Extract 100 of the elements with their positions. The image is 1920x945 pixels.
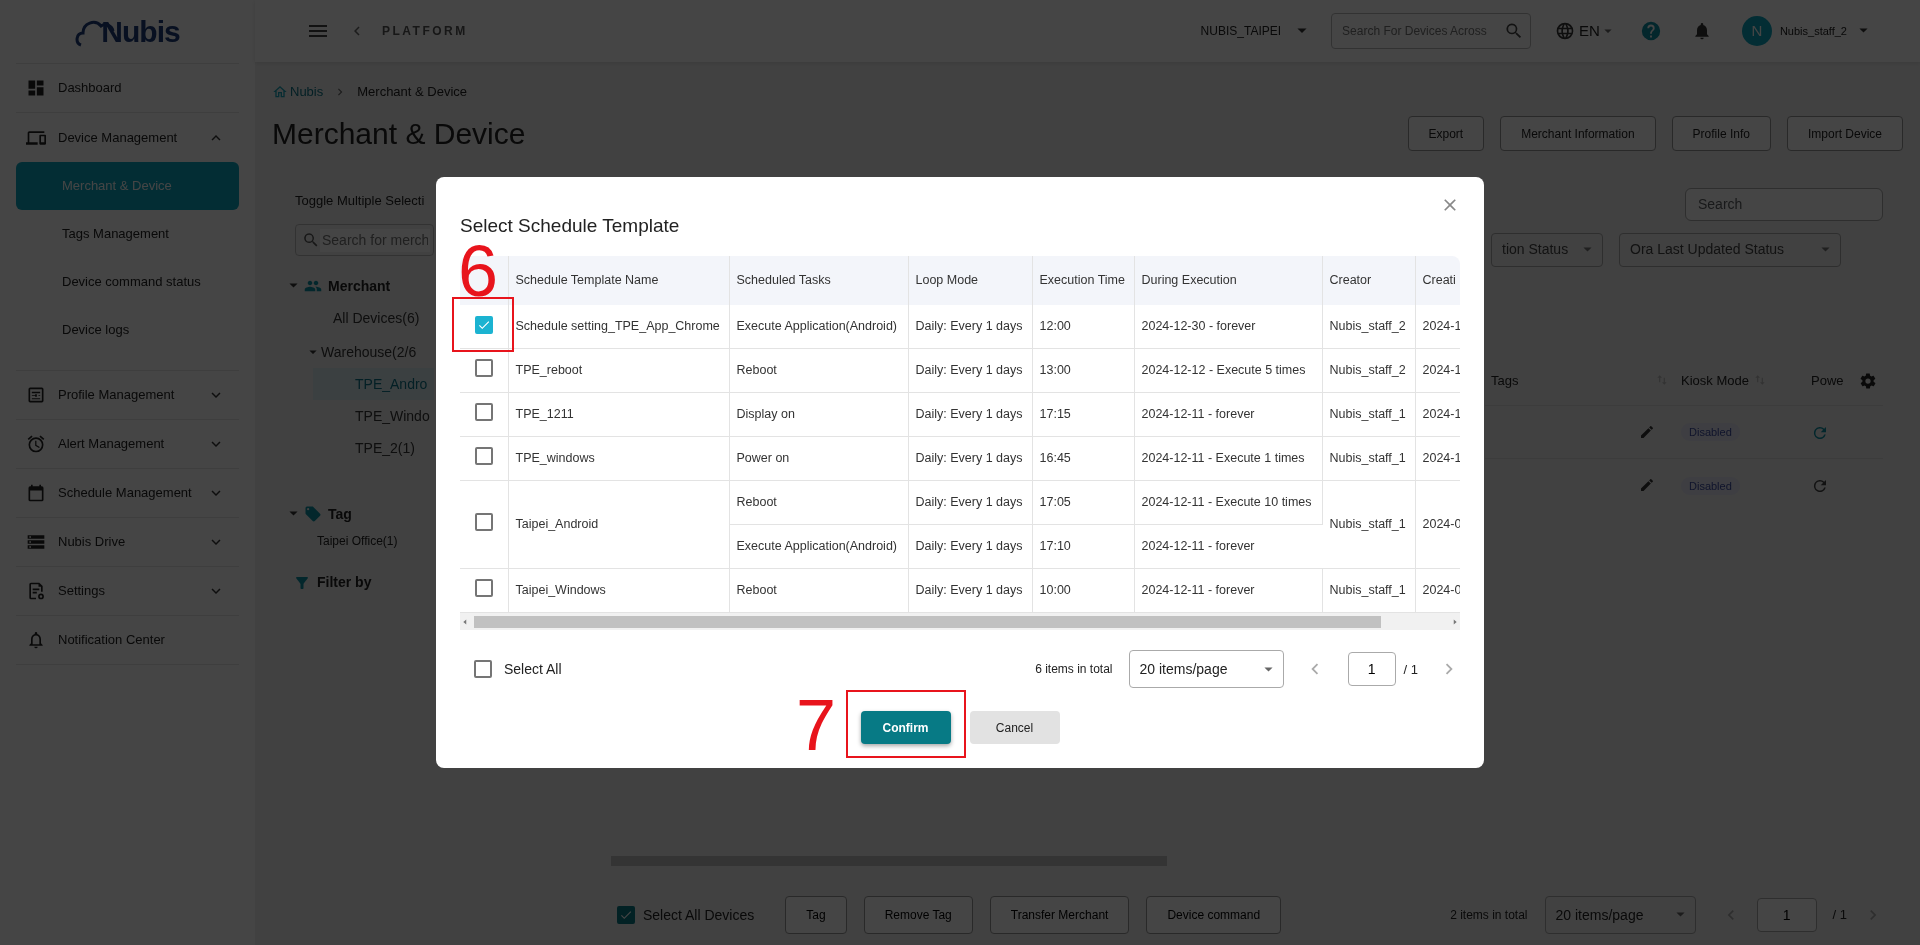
highlight-box: [452, 297, 514, 352]
sidebar-subitem[interactable]: Device command status: [16, 258, 239, 306]
action-button[interactable]: Profile Info: [1671, 116, 1771, 151]
horizontal-scrollbar[interactable]: [460, 613, 1460, 631]
sidebar-item-label: Settings: [58, 582, 106, 601]
sidebar-item-label: Device Management: [58, 128, 179, 147]
avatar[interactable]: N: [1741, 16, 1772, 46]
caret-icon[interactable]: [309, 349, 317, 355]
checkbox[interactable]: [474, 358, 493, 377]
page-title: Merchant & Device: [272, 115, 526, 152]
checkbox[interactable]: [474, 446, 493, 465]
checkbox[interactable]: [474, 315, 493, 334]
calendar-icon: [26, 483, 46, 503]
checkbox[interactable]: [474, 402, 493, 421]
select-all-label: Select All: [504, 659, 562, 679]
table-cell: 17:05: [1032, 480, 1134, 525]
table-cell: Nubis_staff_2: [1322, 304, 1415, 349]
check-icon: [619, 908, 633, 922]
table-cell: 13:00: [1032, 348, 1134, 393]
caret-icon: [1675, 912, 1685, 918]
sidebar-subitem[interactable]: Merchant & Device: [16, 162, 239, 210]
table-cell: Execute Application(Android): [729, 524, 908, 569]
tag-item[interactable]: Taipei Office(1): [295, 532, 434, 550]
server-icon: [26, 532, 46, 552]
table-cell: Display on: [729, 392, 908, 437]
column-header: Powe: [1811, 371, 1844, 390]
sidebar-subitem[interactable]: Tags Management: [16, 210, 239, 258]
table-cell: Daily: Every 1 days: [908, 568, 1032, 613]
caret-icon[interactable]: [289, 283, 298, 289]
sidebar-subitem[interactable]: Device logs: [16, 306, 239, 354]
table-cell: Daily: Every 1 days: [908, 436, 1032, 481]
table-cell: 2024-0: [1415, 568, 1460, 613]
document-icon: [26, 581, 46, 601]
toolbar-button[interactable]: Remove Tag: [863, 896, 973, 934]
column-header: During Execution: [1134, 255, 1322, 305]
checkbox[interactable]: [474, 578, 493, 597]
globe-icon[interactable]: [1555, 21, 1576, 41]
table-cell: Daily: Every 1 days: [908, 304, 1032, 349]
toolbar-button[interactable]: Tag: [785, 896, 847, 934]
edit-icon[interactable]: [1639, 424, 1655, 440]
caret-icon[interactable]: [1297, 28, 1308, 34]
breadcrumb-link[interactable]: Nubis: [272, 82, 324, 102]
caret-icon[interactable]: [1603, 28, 1612, 34]
edit-icon[interactable]: [1639, 477, 1655, 494]
dialog-title: Select Schedule Template: [460, 215, 681, 238]
table-cell: TPE_windows: [508, 436, 729, 481]
toolbar-button[interactable]: Transfer Merchant: [989, 896, 1130, 934]
tree-item[interactable]: TPE_Andro: [313, 368, 434, 400]
sidebar-item-label: Nubis Drive: [58, 533, 127, 552]
action-button[interactable]: Merchant Information: [1500, 116, 1656, 151]
table-cell: 17:15: [1032, 392, 1134, 437]
filter-heading: Filter by: [317, 573, 372, 592]
action-button[interactable]: Import Device: [1786, 116, 1903, 151]
table-cell: Nubis_staff_1: [1322, 436, 1415, 481]
table-cell: Nubis_staff_1: [1322, 568, 1415, 613]
table-cell: Reboot: [729, 480, 908, 525]
checkbox[interactable]: [617, 906, 635, 924]
table-cell: Power on: [729, 436, 908, 481]
sidebar-item-label: Alert Management: [58, 435, 166, 454]
caret-icon[interactable]: [1859, 28, 1868, 34]
confirm-button[interactable]: Confirm: [860, 711, 951, 745]
column-header: Creati: [1415, 255, 1460, 305]
step-number: 6: [458, 235, 499, 307]
tag-icon: [304, 505, 322, 523]
merchant-name: NUBIS_TAIPEI: [1200, 23, 1282, 40]
table-cell: TPE_1211: [508, 392, 729, 437]
page-size-select[interactable]: 20 items/page: [1128, 650, 1284, 689]
user-name[interactable]: Nubis_staff_2: [1779, 22, 1847, 40]
page-input[interactable]: 1: [1756, 898, 1817, 932]
dashboard-icon: [26, 78, 46, 98]
table-cell: 2024-1: [1415, 392, 1460, 437]
column-header: Loop Mode: [908, 255, 1032, 305]
table-cell: 2024-12-11 - forever: [1134, 524, 1322, 569]
table-cell: 2024-1: [1415, 348, 1460, 393]
caret-icon: [1583, 247, 1592, 252]
column-header: Execution Time: [1032, 255, 1134, 305]
language-label[interactable]: EN: [1579, 19, 1600, 43]
table-cell: Daily: Every 1 days: [908, 348, 1032, 393]
caret-icon[interactable]: [289, 511, 298, 517]
column-header: Creator: [1322, 255, 1415, 305]
select-all-label: Select All Devices: [643, 905, 755, 925]
table-cell: 17:10: [1032, 524, 1134, 569]
column-header: Schedule Template Name: [508, 255, 729, 305]
table-cell: Reboot: [729, 568, 908, 613]
toolbar-button[interactable]: Device command: [1146, 896, 1282, 934]
table-cell: Daily: Every 1 days: [908, 392, 1032, 437]
cancel-button[interactable]: Cancel: [969, 711, 1060, 745]
checkbox[interactable]: [474, 512, 493, 531]
action-button[interactable]: Export: [1407, 116, 1485, 151]
page-count: / 1: [1832, 906, 1847, 925]
settings-icon[interactable]: [1859, 372, 1877, 391]
help-icon[interactable]: [1639, 20, 1662, 42]
table-cell: 2024-12-30 - forever: [1134, 304, 1322, 349]
table-cell: 12:00: [1032, 304, 1134, 349]
table-cell: Daily: Every 1 days: [908, 480, 1032, 525]
table-cell: 2024-12-11 - Execute 10 times: [1134, 480, 1322, 525]
page-input[interactable]: 1: [1347, 652, 1396, 687]
document-icon: [26, 385, 46, 405]
page-size-select[interactable]: 20 items/page: [1544, 896, 1696, 934]
checkbox[interactable]: [474, 660, 492, 679]
